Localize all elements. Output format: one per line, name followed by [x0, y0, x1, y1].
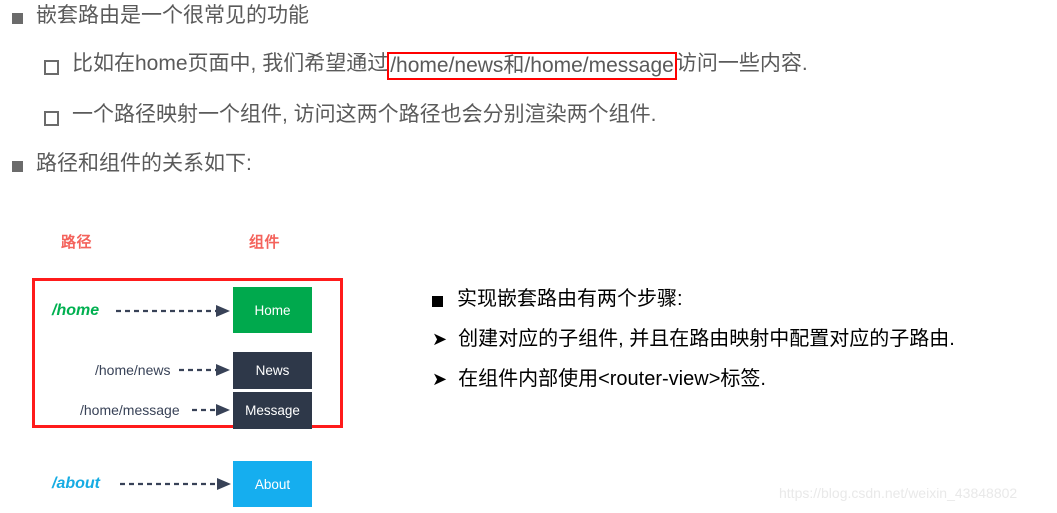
arrow-home-icon [116, 305, 230, 317]
bullet-text-4: 路径和组件的关系如下: [36, 152, 252, 175]
path-label-home-message: /home/message [80, 402, 180, 418]
component-box-about: About [233, 461, 312, 507]
arrow-home-news-icon [179, 364, 230, 376]
bullet-text-2-after: 访问一些内容. [675, 52, 808, 75]
arrow-home-message-icon [192, 404, 230, 416]
bullet-text-3: 一个路径映射一个组件, 访问这两个路径也会分别渲染两个组件. [72, 103, 657, 126]
hollow-square-bullet-icon [44, 60, 59, 75]
bullet-row-2: 比如在home页面中, 我们希望通过/home/news和/home/messa… [44, 52, 808, 81]
component-box-news: News [233, 352, 312, 389]
hollow-square-bullet-icon [44, 111, 59, 126]
diagram-heading-component: 组件 [249, 234, 281, 251]
bullet-text-2-before: 比如在home页面中, 我们希望通过 [72, 52, 389, 75]
right-bullet-row-1: 实现嵌套路由有两个步骤: [432, 288, 683, 311]
chevron-right-bullet-icon: ➤ [432, 329, 448, 349]
component-box-message: Message [233, 392, 312, 429]
bullet-row-3: 一个路径映射一个组件, 访问这两个路径也会分别渲染两个组件. [44, 103, 657, 127]
path-label-home: /home [52, 302, 100, 319]
right-bullet-text-2: 创建对应的子组件, 并且在路由映射中配置对应的子路由. [458, 328, 955, 350]
path-label-home-news: /home/news [95, 362, 171, 378]
filled-square-bullet-icon [432, 296, 443, 307]
bullet-row-4: 路径和组件的关系如下: [12, 152, 252, 176]
filled-square-bullet-icon [12, 13, 23, 24]
right-bullet-row-2: ➤ 创建对应的子组件, 并且在路由映射中配置对应的子路由. [432, 328, 955, 351]
chevron-right-bullet-icon: ➤ [432, 369, 448, 389]
right-bullet-row-3: ➤ 在组件内部使用<router-view>标签. [432, 368, 766, 391]
csdn-watermark: https://blog.csdn.net/weixin_43848802 [779, 485, 1018, 501]
path-label-about: /about [52, 475, 100, 492]
component-box-home: Home [233, 287, 312, 333]
filled-square-bullet-icon [12, 161, 23, 172]
right-bullet-text-3: 在组件内部使用<router-view>标签. [458, 368, 766, 390]
highlighted-route-paths: /home/news和/home/message [387, 52, 677, 81]
bullet-text-1: 嵌套路由是一个很常见的功能 [36, 4, 309, 27]
diagram-heading-path: 路径 [61, 234, 93, 251]
arrow-about-icon [120, 478, 231, 490]
slide-canvas: 嵌套路由是一个很常见的功能 比如在home页面中, 我们希望通过/home/ne… [0, 0, 1057, 513]
bullet-row-1: 嵌套路由是一个很常见的功能 [12, 4, 309, 28]
right-bullet-text-1: 实现嵌套路由有两个步骤: [457, 288, 683, 310]
